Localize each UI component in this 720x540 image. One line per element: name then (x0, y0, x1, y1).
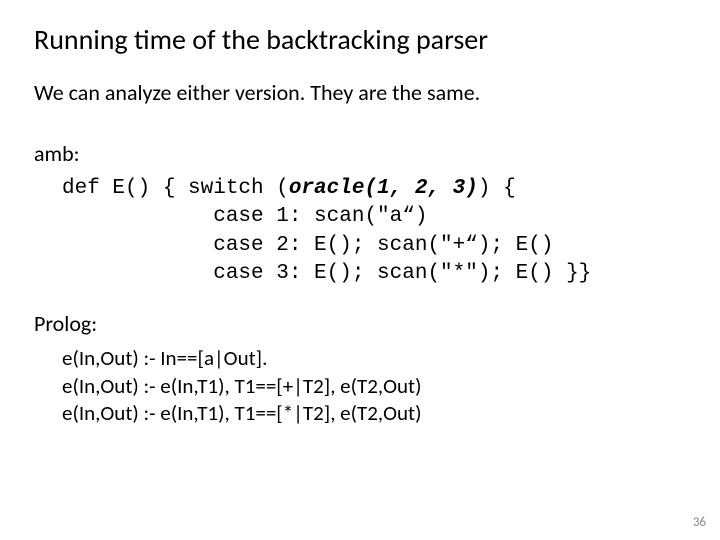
code-oracle-call: oracle(1, 2, 3) (289, 177, 478, 200)
prolog-line-1: e(In,Out) :- In==[a|Out]. (62, 345, 686, 372)
code-line-1b: ) { (478, 177, 516, 200)
code-line-2: case 1: scan("a“) (62, 205, 427, 228)
prolog-line-2: e(In,Out) :- e(In,T1), T1==[+|T2], e(T2,… (62, 373, 686, 400)
code-line-3: case 2: E(); scan("+“); E() (62, 234, 553, 257)
intro-text: We can analyze either version. They are … (34, 79, 686, 106)
code-line-4: case 3: E(); scan("*"); E() }} (62, 262, 591, 285)
amb-code-block: def E() { switch (oracle(1, 2, 3)) { cas… (62, 175, 686, 288)
prolog-label: Prolog: (34, 310, 686, 337)
amb-label: amb: (34, 140, 686, 167)
slide: Running time of the backtracking parser … (0, 0, 720, 540)
code-line-1a: def E() { switch ( (62, 177, 289, 200)
prolog-code-block: e(In,Out) :- In==[a|Out]. e(In,Out) :- e… (62, 345, 686, 427)
prolog-line-3: e(In,Out) :- e(In,T1), T1==[*|T2], e(T2,… (62, 400, 686, 427)
slide-title: Running time of the backtracking parser (34, 22, 686, 57)
page-number: 36 (693, 515, 706, 530)
